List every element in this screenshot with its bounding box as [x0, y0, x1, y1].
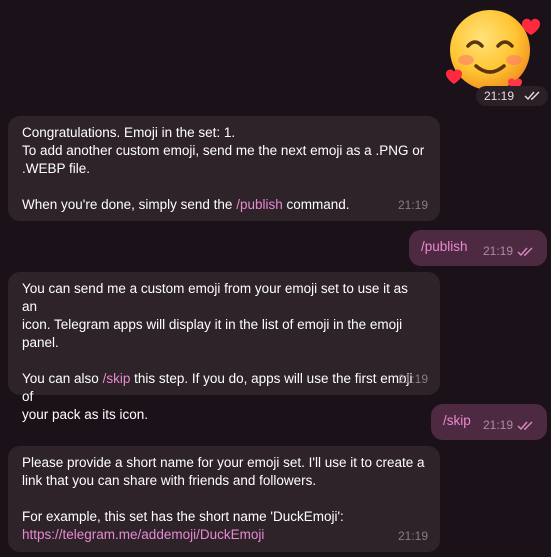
double-check-icon [517, 247, 533, 257]
message-text: Congratulations. Emoji in the set: 1. To… [22, 125, 425, 212]
outgoing-message: /skip 21:19 [431, 404, 547, 440]
incoming-message: You can send me a custom emoji from your… [8, 272, 440, 422]
skip-command-link[interactable]: /skip [443, 413, 471, 428]
publish-command-link[interactable]: /publish [421, 239, 468, 254]
incoming-message: Please provide a short name for your emo… [8, 446, 440, 552]
message-text: Please provide a short name for your emo… [22, 455, 425, 542]
smiling-face-with-hearts-icon [446, 10, 540, 90]
double-check-icon [524, 91, 540, 101]
publish-command-link[interactable]: /publish [236, 197, 283, 212]
outgoing-message: /publish 21:19 [409, 230, 547, 266]
message-time: 21:19 [397, 372, 428, 386]
message-time: 21:19 [397, 198, 428, 212]
skip-command-link[interactable]: /skip [103, 371, 131, 386]
incoming-message: Congratulations. Emoji in the set: 1. To… [8, 116, 440, 221]
message-time: 21:19 [397, 529, 428, 543]
message-time: 21:19 [482, 244, 513, 258]
emoji-sticker[interactable] [440, 4, 544, 96]
addemoji-link[interactable]: https://telegram.me/addemoji/DuckEmoji [22, 527, 264, 542]
message-text: You can send me a custom emoji from your… [22, 281, 417, 422]
message-time: 21:19 [484, 89, 515, 103]
message-time: 21:19 [482, 418, 513, 432]
sticker-time-badge: 21:19 [476, 86, 548, 106]
double-check-icon [517, 421, 533, 431]
